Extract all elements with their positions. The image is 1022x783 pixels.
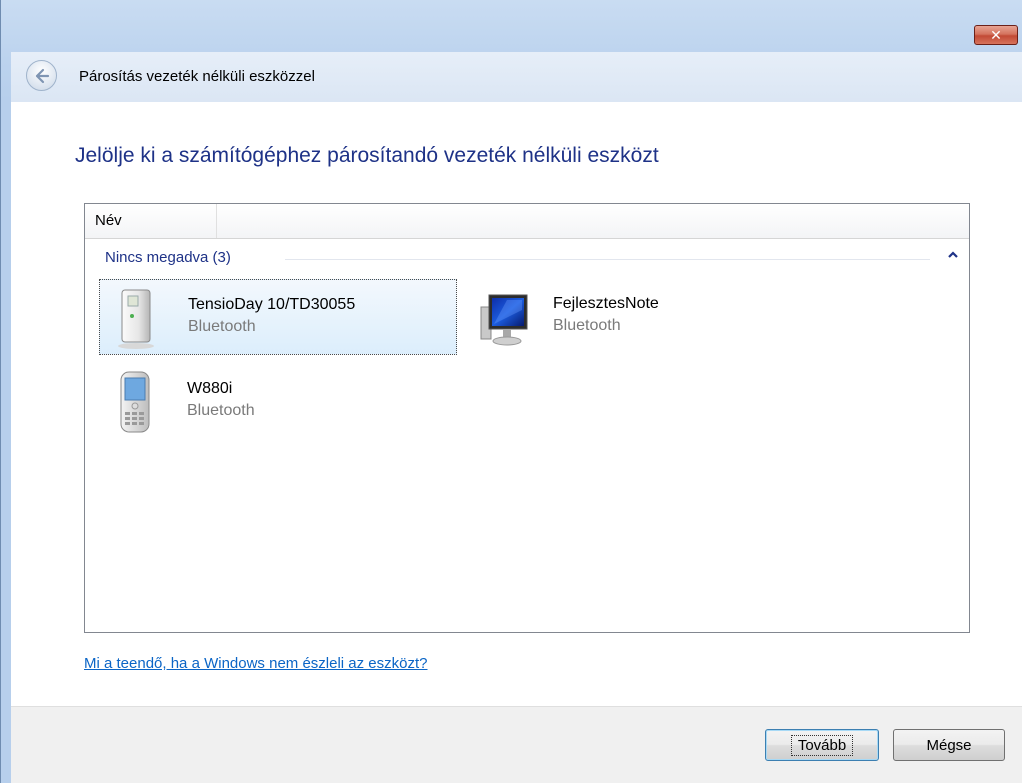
wizard-header: Párosítás vezeték nélküli eszközzel (11, 52, 1022, 102)
group-divider (285, 259, 930, 260)
group-header[interactable]: Nincs megadva (3) (105, 247, 958, 269)
tower-device-icon (118, 289, 154, 349)
page-instruction: Jelölje ki a számítógéphez párosítandó v… (75, 144, 659, 167)
computer-monitor-icon (480, 294, 528, 346)
device-item[interactable]: W880i Bluetooth (99, 364, 457, 440)
back-arrow-icon (35, 68, 49, 83)
device-item[interactable]: TensioDay 10/TD30055 Bluetooth (99, 279, 457, 355)
device-item[interactable]: FejlesztesNote Bluetooth (467, 279, 825, 355)
close-icon: ✕ (990, 26, 1002, 43)
cancel-button[interactable]: Mégse (893, 729, 1005, 761)
device-name: W880i (187, 380, 233, 397)
device-type: Bluetooth (553, 317, 621, 334)
wizard-window: ✕ Párosítás vezeték nélküli eszközzel Je… (0, 0, 1022, 783)
title-bar: ✕ (1, 0, 1022, 45)
device-type: Bluetooth (188, 318, 256, 335)
column-header: Név (85, 204, 969, 239)
device-name: FejlesztesNote (553, 295, 659, 312)
close-button[interactable]: ✕ (974, 25, 1018, 45)
wizard-footer: Tovább Mégse (11, 706, 1022, 783)
device-list[interactable]: Név Nincs megadva (3) TensioDay 10/TD300… (84, 203, 970, 633)
device-type: Bluetooth (187, 402, 255, 419)
column-header-name[interactable]: Név (85, 204, 217, 238)
chevron-up-icon[interactable] (945, 249, 961, 265)
mobile-phone-icon (120, 371, 150, 433)
wizard-content: Jelölje ki a számítógéphez párosítandó v… (11, 102, 1022, 706)
next-button-label: Tovább (790, 734, 854, 756)
cancel-button-label: Mégse (926, 736, 972, 754)
next-button[interactable]: Tovább (765, 729, 879, 761)
help-link[interactable]: Mi a teendő, ha a Windows nem észleli az… (84, 655, 428, 672)
wizard-title: Párosítás vezeték nélküli eszközzel (79, 68, 315, 85)
back-button[interactable] (26, 60, 57, 91)
device-name: TensioDay 10/TD30055 (188, 296, 356, 313)
group-label: Nincs megadva (3) (105, 249, 231, 266)
